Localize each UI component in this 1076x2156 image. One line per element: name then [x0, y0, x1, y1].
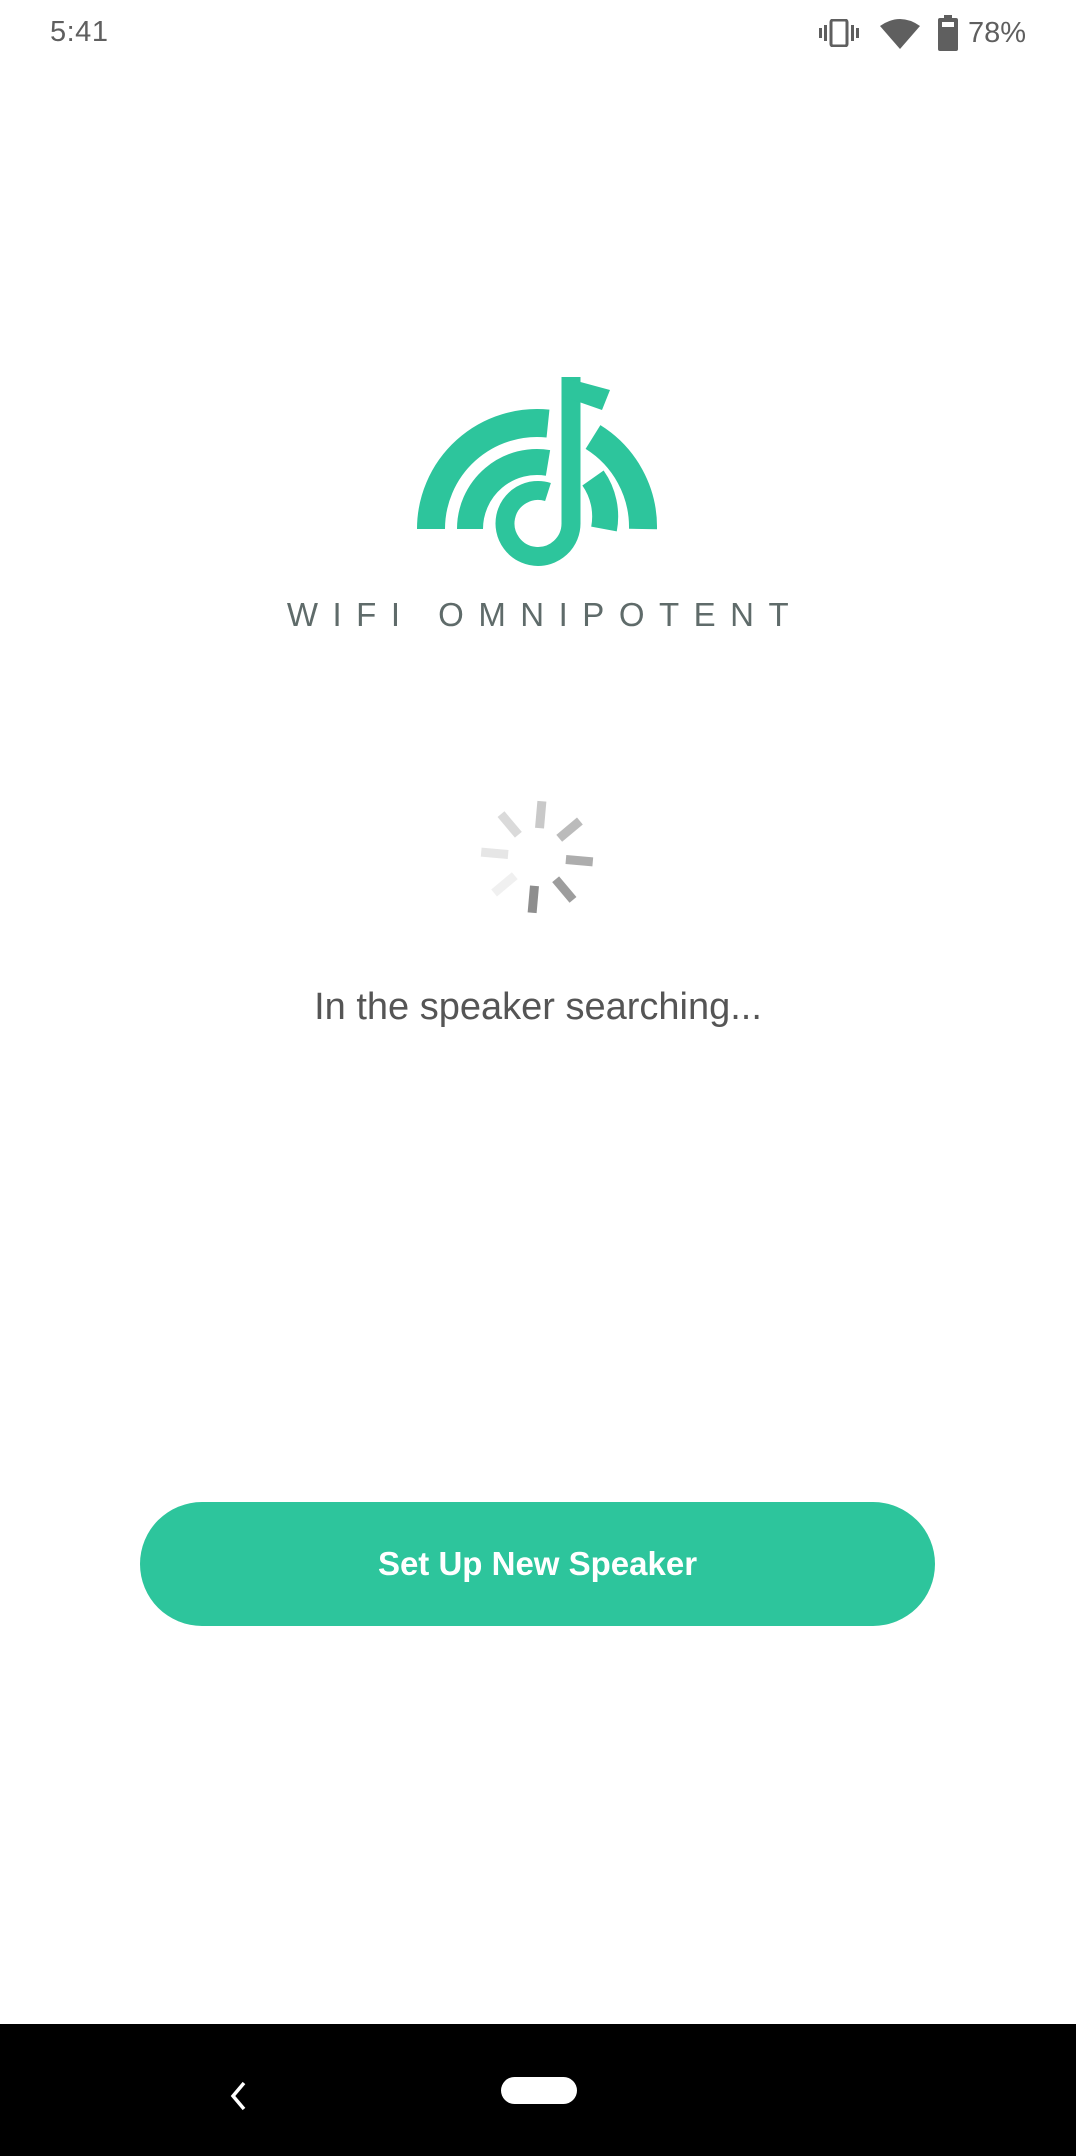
battery-percent: 78% — [967, 16, 1026, 49]
vibrate-icon — [818, 19, 859, 47]
spinner-bar — [565, 855, 594, 867]
spinner-bar — [497, 811, 522, 838]
wifi-icon — [879, 17, 921, 49]
battery-icon — [937, 15, 958, 51]
back-button[interactable] — [218, 2076, 258, 2116]
setup-new-speaker-button[interactable]: Set Up New Speaker — [140, 1502, 935, 1626]
spinner-bar — [535, 800, 547, 829]
spinner-bar — [552, 876, 577, 903]
status-time: 5:41 — [50, 16, 109, 48]
status-icons: 78% — [818, 14, 1026, 52]
brand-name: WIFI OMNIPOTENT — [286, 596, 804, 633]
home-button[interactable] — [501, 2077, 577, 2104]
navigation-bar — [0, 2024, 1076, 2156]
back-icon — [230, 2081, 246, 2111]
spinner-bar — [527, 885, 539, 914]
wifi-music-note-logo — [410, 370, 670, 580]
search-status-text: In the speaker searching... — [314, 986, 762, 1028]
status-bar: 5:41 78% — [0, 0, 1076, 66]
spinner-bar — [480, 847, 509, 859]
spinner-bar — [556, 817, 583, 842]
logo-arc-middle-right — [582, 470, 619, 532]
spinner-bar — [491, 872, 518, 897]
spinner-icon — [477, 797, 597, 917]
